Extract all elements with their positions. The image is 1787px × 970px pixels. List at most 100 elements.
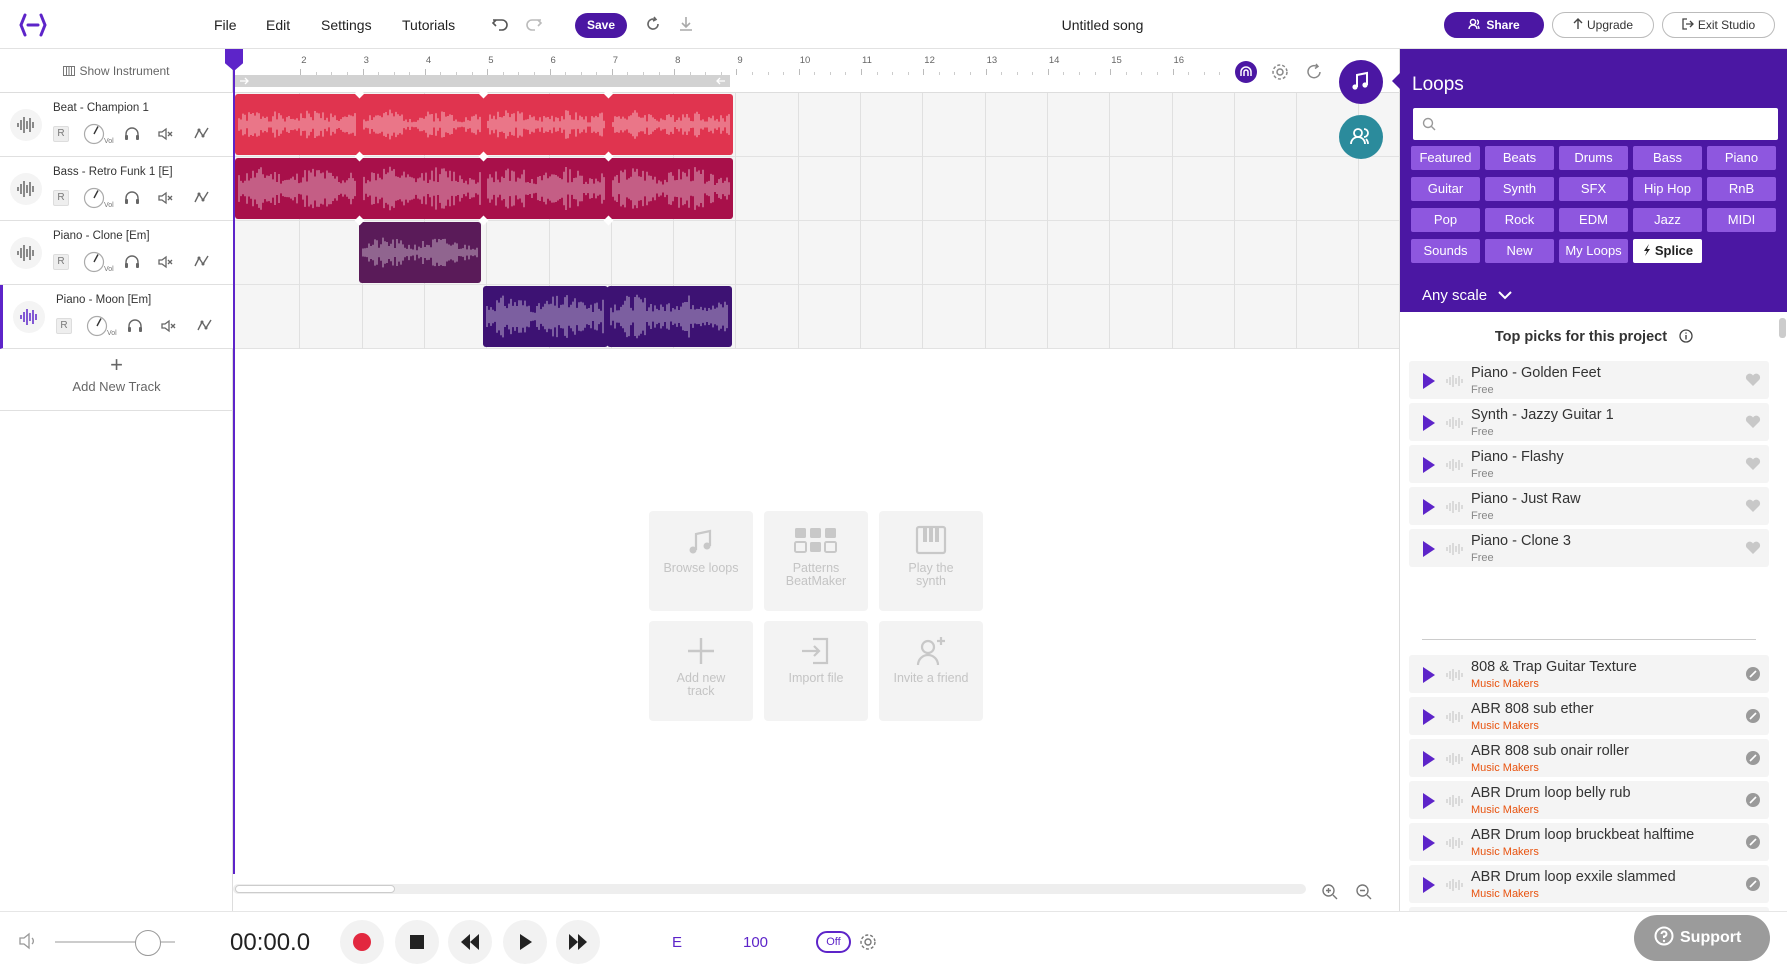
unavailable-icon[interactable] (1745, 792, 1761, 808)
category-chip[interactable]: New (1485, 239, 1554, 263)
volume-knob[interactable] (83, 187, 105, 209)
loop-list-item[interactable]: ABR Drum loop bruckbeat halftime Music Ma… (1409, 823, 1769, 861)
unavailable-icon[interactable] (1745, 876, 1761, 892)
loop-list-item[interactable]: ABR 808 sub onair roller Music Makers (1409, 739, 1769, 777)
category-chip[interactable]: Beats (1485, 146, 1554, 170)
volume-knob[interactable] (83, 251, 105, 273)
settings-gear-icon[interactable] (1269, 61, 1291, 83)
headphones-icon[interactable] (126, 317, 144, 335)
audio-clip[interactable] (359, 158, 484, 219)
redo-icon[interactable] (524, 14, 544, 34)
play-preview-icon[interactable] (1423, 415, 1435, 431)
category-chip[interactable]: Piano (1707, 146, 1776, 170)
play-preview-icon[interactable] (1423, 877, 1435, 893)
track-header[interactable]: Piano - Moon [Em] R Vol (0, 285, 233, 349)
automation-icon[interactable] (193, 189, 211, 207)
record-arm-button[interactable]: R (56, 318, 72, 334)
audio-clip[interactable] (608, 158, 733, 219)
category-chip[interactable]: SFX (1559, 177, 1628, 201)
waveform-icon[interactable] (10, 173, 42, 205)
loop-list-item[interactable]: Piano - Just Raw Free (1409, 487, 1769, 525)
audio-clip[interactable] (608, 94, 733, 155)
support-button[interactable]: Support (1634, 915, 1770, 961)
zoom-in-icon[interactable] (1321, 883, 1339, 901)
unavailable-icon[interactable] (1745, 666, 1761, 682)
rewind-button[interactable] (448, 920, 492, 964)
automation-icon[interactable] (196, 317, 214, 335)
waveform-icon[interactable] (13, 301, 45, 333)
scale-dropdown[interactable]: Any scale (1422, 287, 1513, 304)
download-icon[interactable] (676, 14, 696, 34)
mute-icon[interactable] (160, 317, 178, 335)
upgrade-button[interactable]: Upgrade (1552, 12, 1654, 38)
headphones-icon[interactable] (123, 189, 141, 207)
record-arm-button[interactable]: R (53, 126, 69, 142)
record-arm-button[interactable]: R (53, 254, 69, 270)
category-chip[interactable]: Sounds (1411, 239, 1480, 263)
category-chip[interactable]: Guitar (1411, 177, 1480, 201)
audio-clip[interactable] (235, 94, 360, 155)
menu-settings[interactable]: Settings (321, 17, 372, 33)
stop-button[interactable] (395, 920, 439, 964)
share-button[interactable]: Share (1444, 12, 1544, 38)
scrollbar-thumb[interactable] (235, 885, 395, 893)
show-instrument-button[interactable]: Show Instrument (0, 49, 233, 93)
empty-state-tile[interactable]: Invite a friend (879, 621, 983, 721)
empty-state-tile[interactable]: Add new track (649, 621, 753, 721)
empty-state-tile[interactable]: Import file (764, 621, 868, 721)
timeline-ruler[interactable]: 2 3 4 5 6 7 8 9 10 11 12 13 14 15 16 (233, 49, 1399, 93)
loop-list-item[interactable]: 808 & Trap Guitar Texture Music Makers (1409, 655, 1769, 693)
menu-edit[interactable]: Edit (266, 17, 290, 33)
category-chip[interactable]: Drums (1559, 146, 1628, 170)
menu-tutorials[interactable]: Tutorials (402, 17, 455, 33)
arrangement-area[interactable]: 2 3 4 5 6 7 8 9 10 11 12 13 14 15 16 Browse loops Patte… (225, 49, 1399, 911)
audio-clip[interactable] (359, 94, 484, 155)
category-chip[interactable]: EDM (1559, 208, 1628, 232)
unavailable-icon[interactable] (1745, 834, 1761, 850)
audio-clip[interactable] (484, 158, 609, 219)
mute-icon[interactable] (157, 253, 175, 271)
favorite-heart-icon[interactable] (1745, 457, 1761, 471)
play-preview-icon[interactable] (1423, 793, 1435, 809)
record-arm-button[interactable]: R (53, 190, 69, 206)
undo-icon[interactable] (490, 14, 510, 34)
loop-list-item[interactable]: ABR 808 sub ether Music Makers (1409, 697, 1769, 735)
exit-studio-button[interactable]: Exit Studio (1662, 12, 1775, 38)
loop-list-item[interactable]: ABR Drum loop belly rub Music Makers (1409, 781, 1769, 819)
play-preview-icon[interactable] (1423, 667, 1435, 683)
track-name[interactable]: Piano - Moon [Em] (56, 294, 151, 306)
favorite-heart-icon[interactable] (1745, 373, 1761, 387)
collaborate-button[interactable] (1339, 115, 1383, 159)
loop-start-arrow-icon[interactable] (239, 76, 249, 86)
category-chip[interactable]: Jazz (1633, 208, 1702, 232)
info-icon[interactable] (1679, 329, 1693, 343)
empty-state-tile[interactable]: Patterns BeatMaker (764, 511, 868, 611)
headphones-icon[interactable] (123, 125, 141, 143)
key-selector[interactable]: E (672, 934, 682, 951)
mute-icon[interactable] (157, 125, 175, 143)
mute-icon[interactable] (157, 189, 175, 207)
loops-search-box[interactable] (1413, 108, 1778, 140)
category-chip[interactable]: Splice (1633, 239, 1702, 263)
track-header[interactable]: Beat - Champion 1 R Vol (0, 93, 233, 157)
category-chip[interactable]: RnB (1707, 177, 1776, 201)
play-preview-icon[interactable] (1423, 835, 1435, 851)
audio-clip[interactable] (235, 158, 360, 219)
play-button[interactable] (503, 920, 547, 964)
favorite-heart-icon[interactable] (1745, 415, 1761, 429)
fast-forward-button[interactable] (556, 920, 600, 964)
play-preview-icon[interactable] (1423, 457, 1435, 473)
loop-list-item[interactable]: Piano - Flashy Free (1409, 445, 1769, 483)
track-name[interactable]: Beat - Champion 1 (53, 102, 149, 114)
play-preview-icon[interactable] (1423, 709, 1435, 725)
loop-toggle-icon[interactable] (1303, 61, 1325, 83)
play-preview-icon[interactable] (1423, 541, 1435, 557)
bpm-field[interactable]: 100 (743, 934, 768, 951)
empty-state-tile[interactable]: Play the synth (879, 511, 983, 611)
automation-icon[interactable] (193, 125, 211, 143)
track-name[interactable]: Piano - Clone [Em] (53, 230, 150, 242)
play-preview-icon[interactable] (1423, 499, 1435, 515)
transport-settings-icon[interactable] (858, 932, 878, 952)
track-name[interactable]: Bass - Retro Funk 1 [E] (53, 166, 173, 178)
song-title[interactable]: Untitled song (1000, 17, 1205, 33)
